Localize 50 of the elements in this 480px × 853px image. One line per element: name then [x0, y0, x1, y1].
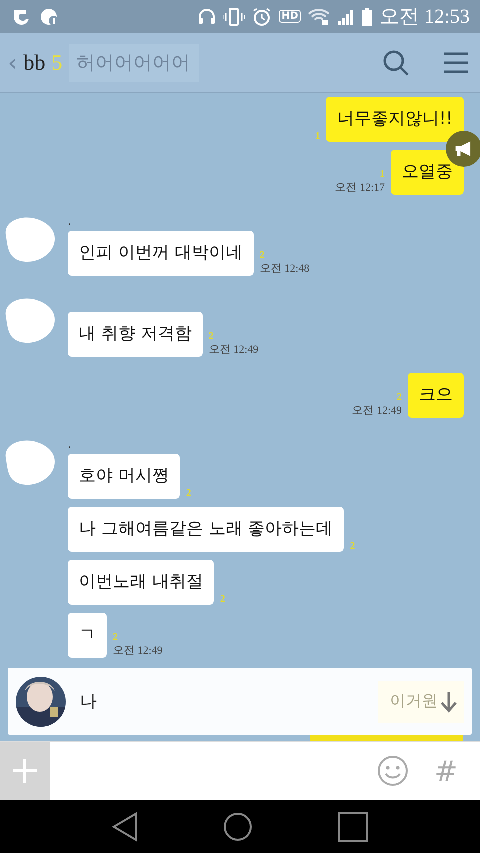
preview-text: 나: [80, 691, 97, 713]
faded-message: 허어어어어어: [68, 44, 199, 82]
recents-icon[interactable]: [338, 812, 368, 842]
hashtag-button[interactable]: #: [434, 754, 458, 788]
faded-message: 이거원: [390, 691, 438, 712]
member-count: 5: [52, 50, 63, 76]
message-bubble: 호야 머시쪙: [68, 454, 180, 499]
chat-title: bb: [24, 50, 46, 76]
menu-icon[interactable]: [444, 52, 468, 74]
message-time: 오전 12:49: [352, 404, 402, 418]
message-time: 오전 12:48: [260, 262, 310, 276]
new-message-preview[interactable]: 나 이거원: [8, 668, 472, 735]
unread-count: 2: [220, 594, 226, 605]
back-icon[interactable]: [112, 812, 138, 842]
headset-icon: [198, 8, 216, 26]
message-bubble: 너무좋지않니!!: [326, 97, 464, 142]
home-icon[interactable]: [222, 812, 253, 842]
down-arrow-icon[interactable]: [440, 690, 458, 712]
hd-badge: HD: [278, 10, 302, 23]
notification-icon: [40, 6, 60, 26]
message-bubble: 오열중: [391, 150, 464, 195]
sender-name: .: [68, 217, 72, 230]
emoji-icon[interactable]: [376, 755, 409, 787]
unread-count: 1: [315, 131, 320, 142]
unread-count: 2: [186, 488, 192, 499]
message-bubble: 내 취향 저격함: [68, 312, 203, 357]
status-time: 오전 12:53: [379, 5, 470, 30]
message-time: 오전 12:17: [335, 181, 385, 195]
message-bubble: 이번노래 내취절: [68, 560, 214, 605]
message-bubble: ㄱ: [68, 613, 107, 658]
sender-name: .: [68, 440, 72, 453]
unread-count: 2: [397, 392, 402, 403]
signal-icon: [337, 8, 356, 26]
battery-icon: [362, 8, 372, 26]
vibrate-icon: [222, 8, 245, 26]
unread-count: 2: [260, 250, 265, 261]
message-time: 오전 12:49: [208, 343, 259, 357]
unread-count: 2: [113, 632, 118, 643]
search-icon[interactable]: [382, 48, 410, 76]
message-time: 오전 12:49: [113, 644, 163, 658]
wifi-icon: [308, 8, 330, 26]
alarm-icon: [252, 6, 272, 26]
message-bubble: 크으: [408, 373, 464, 418]
message-bubble: 나 그해여름같은 노래 좋아하는데: [68, 507, 344, 552]
unread-count: 1: [380, 169, 385, 180]
plus-icon: [11, 757, 39, 785]
message-bubble: 인피 이번꺼 대박이네: [68, 231, 254, 276]
back-button[interactable]: ‹: [8, 48, 18, 76]
unread-count: 2: [350, 541, 356, 552]
unread-count: 2: [208, 331, 214, 342]
